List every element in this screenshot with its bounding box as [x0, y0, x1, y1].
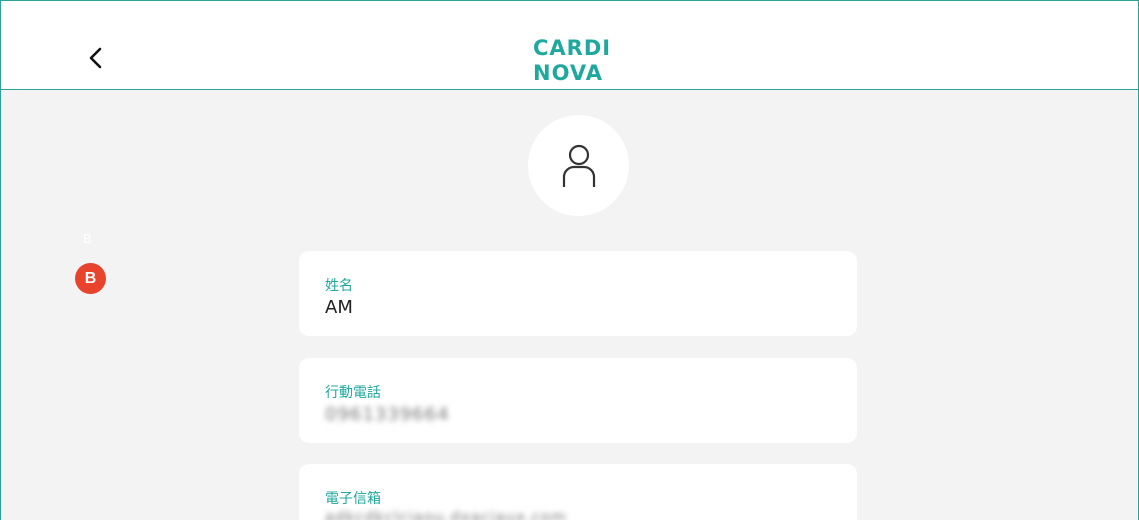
name-value: AM [325, 297, 353, 318]
name-label: 姓名 [325, 278, 353, 294]
logo-line-1: CARDI [533, 37, 611, 60]
b-badge[interactable]: B [75, 263, 106, 294]
phone-value: 0961339664 [325, 404, 450, 425]
email-field-card[interactable]: 電子信箱 adkcdkclciaou.dxaciaux.com [299, 464, 857, 520]
name-field-card[interactable]: 姓名 AM [299, 251, 857, 336]
app-window: CARDI NOVA B B 姓名 AM 行動電話 0961339664 電子信… [0, 0, 1139, 520]
email-label: 電子信箱 [325, 491, 381, 507]
back-button[interactable] [81, 43, 111, 73]
user-icon [562, 144, 595, 187]
cardinova-logo: CARDI NOVA [531, 36, 626, 85]
phone-field-card[interactable]: 行動電話 0961339664 [299, 358, 857, 443]
phone-label: 行動電話 [325, 385, 381, 401]
email-value: adkcdkclciaou.dxaciaux.com [325, 508, 567, 520]
chevron-left-icon [89, 47, 102, 69]
faint-b-label: B [83, 231, 92, 246]
logo-line-2: NOVA [533, 61, 603, 85]
top-bar: CARDI NOVA [1, 1, 1138, 90]
avatar[interactable] [528, 115, 629, 216]
